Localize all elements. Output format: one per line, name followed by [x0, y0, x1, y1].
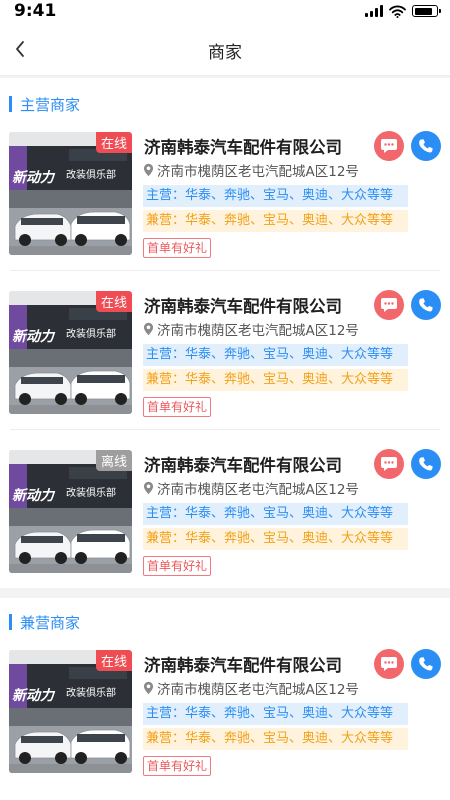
shop-name[interactable]: 济南韩泰汽车配件有限公司 [144, 652, 342, 676]
message-button[interactable] [374, 131, 404, 161]
shop-card[interactable]: 新动力 改装俱乐部 离线 济南韩泰汽车配件有限公司 济南市槐荫区老屯汽配城A区1… [0, 449, 450, 592]
battery-level [414, 7, 433, 15]
battery-icon [412, 5, 441, 17]
shop-photo: 新动力 改装俱乐部 在线 [9, 650, 132, 773]
section-divider [0, 588, 450, 598]
shop-photo: 新动力 改装俱乐部 离线 [9, 450, 132, 573]
call-button[interactable] [411, 131, 441, 161]
shop-address: 济南市槐荫区老屯汽配城A区12号 [143, 161, 359, 180]
online-status-badge: 离线 [95, 450, 132, 471]
shop-address: 济南市槐荫区老屯汽配城A区12号 [143, 479, 359, 498]
call-button[interactable] [411, 449, 441, 479]
location-pin-icon [143, 322, 154, 336]
svg-text:改装俱乐部: 改装俱乐部 [66, 686, 116, 699]
svg-text:新动力: 新动力 [12, 487, 56, 504]
location-pin-icon [143, 481, 154, 495]
phone-icon [419, 139, 433, 153]
location-pin-icon [143, 681, 154, 695]
svg-text:改装俱乐部: 改装俱乐部 [66, 486, 116, 499]
main-business-tag: 主营：华泰、奔驰、宝马、奥迪、大众等等 [143, 344, 408, 366]
chat-bubble-icon [381, 657, 397, 671]
section-title: 兼营商家 [20, 613, 81, 632]
message-button[interactable] [374, 649, 404, 679]
address-text: 济南市槐荫区老屯汽配城A区12号 [157, 482, 359, 498]
message-button[interactable] [374, 449, 404, 479]
main-business-tag: 主营：华泰、奔驰、宝马、奥迪、大众等等 [143, 703, 408, 725]
side-business-tag: 兼营：华泰、奔驰、宝马、奥迪、大众等等 [143, 369, 408, 391]
shop-card[interactable]: 新动力 改装俱乐部 在线 济南韩泰汽车配件有限公司 济南市槐荫区老屯汽配城A区1… [0, 649, 450, 792]
signal-icon [365, 5, 383, 17]
svg-text:新动力: 新动力 [12, 169, 56, 186]
status-icons [365, 4, 441, 18]
section-accent-bar [9, 96, 12, 112]
chat-bubble-icon [381, 298, 397, 312]
shop-photo: 新动力 改装俱乐部 在线 [9, 132, 132, 255]
card-separator [10, 429, 440, 430]
shop-card[interactable]: 新动力 改装俱乐部 在线 济南韩泰汽车配件有限公司 济南市槐荫区老屯汽配城A区1… [0, 131, 450, 274]
svg-text:新动力: 新动力 [12, 328, 56, 345]
card-separator [10, 270, 440, 271]
section-header: 兼营商家 [9, 612, 80, 632]
section-title: 主营商家 [20, 95, 81, 114]
status-bar: 9:41 [0, 0, 450, 24]
page-title: 商家 [208, 43, 242, 63]
phone-icon [419, 298, 433, 312]
message-button[interactable] [374, 290, 404, 320]
address-text: 济南市槐荫区老屯汽配城A区12号 [157, 164, 359, 180]
shop-name[interactable]: 济南韩泰汽车配件有限公司 [144, 452, 342, 476]
location-pin-icon [143, 163, 154, 177]
side-business-tag: 兼营：华泰、奔驰、宝马、奥迪、大众等等 [143, 728, 408, 750]
shop-address: 济南市槐荫区老屯汽配城A区12号 [143, 320, 359, 339]
wifi-icon [389, 5, 406, 18]
call-button[interactable] [411, 290, 441, 320]
side-business-tag: 兼营：华泰、奔驰、宝马、奥迪、大众等等 [143, 210, 408, 232]
shop-card[interactable]: 新动力 改装俱乐部 在线 济南韩泰汽车配件有限公司 济南市槐荫区老屯汽配城A区1… [0, 290, 450, 433]
shop-name[interactable]: 济南韩泰汽车配件有限公司 [144, 293, 342, 317]
shop-name[interactable]: 济南韩泰汽车配件有限公司 [144, 134, 342, 158]
promo-badge: 首单有好礼 [143, 397, 212, 417]
shop-photo: 新动力 改装俱乐部 在线 [9, 291, 132, 414]
status-time: 9:41 [14, 1, 57, 21]
phone-icon [419, 657, 433, 671]
promo-badge: 首单有好礼 [143, 238, 212, 258]
online-status-badge: 在线 [95, 132, 132, 153]
svg-text:改装俱乐部: 改装俱乐部 [66, 327, 116, 340]
online-status-badge: 在线 [95, 291, 132, 312]
chat-bubble-icon [381, 457, 397, 471]
online-status-badge: 在线 [95, 650, 132, 671]
chat-bubble-icon [381, 139, 397, 153]
section-accent-bar [9, 614, 12, 630]
nav-bar: 商家 [0, 24, 450, 76]
address-text: 济南市槐荫区老屯汽配城A区12号 [157, 682, 359, 698]
promo-badge: 首单有好礼 [143, 756, 212, 776]
main-business-tag: 主营：华泰、奔驰、宝马、奥迪、大众等等 [143, 185, 408, 207]
address-text: 济南市槐荫区老屯汽配城A区12号 [157, 323, 359, 339]
promo-badge: 首单有好礼 [143, 556, 212, 576]
call-button[interactable] [411, 649, 441, 679]
svg-text:新动力: 新动力 [12, 687, 56, 704]
side-business-tag: 兼营：华泰、奔驰、宝马、奥迪、大众等等 [143, 528, 408, 550]
section-header: 主营商家 [9, 94, 80, 114]
phone-icon [419, 457, 433, 471]
main-business-tag: 主营：华泰、奔驰、宝马、奥迪、大众等等 [143, 503, 408, 525]
shop-address: 济南市槐荫区老屯汽配城A区12号 [143, 679, 359, 698]
section-divider [0, 76, 450, 78]
svg-text:改装俱乐部: 改装俱乐部 [66, 168, 116, 181]
